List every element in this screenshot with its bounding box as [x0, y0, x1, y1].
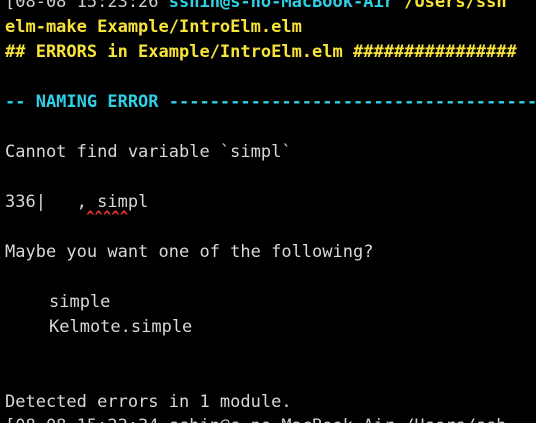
detected-errors-summary: Detected errors in 1 module. [5, 392, 292, 412]
suggestion-item: simple [49, 292, 111, 312]
prompt-user-host: sshin@s-no-MacBook-Air [168, 0, 394, 12]
command-line: elm-make Example/IntroElm.elm [5, 17, 302, 37]
error-message: Cannot find variable `simpl` [5, 142, 292, 162]
suggestion-item: Kelmote.simple [49, 317, 193, 337]
errors-header: ## ERRORS in Example/IntroElm.elm ######… [5, 42, 517, 62]
naming-error-header: -- NAMING ERROR ------------------------… [5, 92, 536, 112]
error-carets: ^^^^^ [86, 209, 129, 225]
suggestion-prompt: Maybe you want one of the following? [5, 242, 374, 262]
terminal-window[interactable]: [08-08 15:23:26 sshin@s-no-MacBook-Air /… [0, 0, 536, 423]
prompt-path: /Users/ssh [404, 0, 507, 12]
code-line-number: 336| [5, 192, 46, 212]
prompt-line-next: [08-08 15:23:34 sshin@s-no-MacBook-Air /… [5, 414, 507, 423]
prompt-timestamp: [08-08 15:23:26 [5, 0, 159, 12]
prompt-line: [08-08 15:23:26 sshin@s-no-MacBook-Air /… [5, 0, 507, 15]
